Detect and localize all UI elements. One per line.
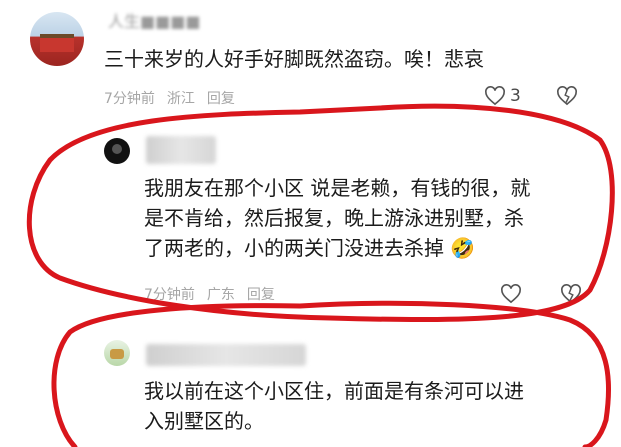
avatar[interactable] xyxy=(104,340,130,366)
like-button[interactable]: 3 xyxy=(484,86,521,106)
reply-button[interactable]: 回复 xyxy=(207,91,235,107)
comment-time: 7分钟前 xyxy=(144,287,195,303)
comment-location: 广东 xyxy=(206,287,235,303)
cartoon-icon xyxy=(110,349,124,359)
heart-outline-icon xyxy=(485,86,505,106)
rofl-emoji-icon: 🤣 xyxy=(450,236,476,260)
broken-heart-icon xyxy=(557,86,577,106)
reply-button[interactable]: 回复 xyxy=(247,287,275,303)
like-button[interactable] xyxy=(500,284,522,308)
comment-text-line: 我以前在这个小区住，前面是有条河可以进 xyxy=(144,379,524,403)
gate-building-icon xyxy=(40,34,74,52)
comment-text-line: 了两老的，小的两关门没进去杀掉 🤣 xyxy=(144,233,530,263)
dislike-button[interactable] xyxy=(560,284,582,308)
comment-username-redacted[interactable] xyxy=(146,136,216,164)
avatar[interactable] xyxy=(104,138,130,164)
heart-outline-icon xyxy=(501,284,521,304)
broken-heart-icon xyxy=(561,284,581,304)
comment-meta: 7分钟前 浙江 回复 xyxy=(104,88,247,108)
avatar[interactable] xyxy=(30,12,84,66)
comment-meta: 7分钟前 广东 回复 xyxy=(144,284,287,304)
comment-text: 三十来岁的人好手好脚既然盗窃。唉！悲哀 xyxy=(104,47,484,71)
dislike-button[interactable] xyxy=(556,86,578,110)
person-silhouette-icon xyxy=(112,144,122,154)
comment-text-fragment: 了两老的，小的两关门没进去杀掉 xyxy=(144,236,444,260)
comment-text: 我以前在这个小区住，前面是有条河可以进 入别墅区的。 xyxy=(144,376,524,436)
comment-text: 我朋友在那个小区 说是老赖，有钱的很，就 是不肯给，然后报复，晚上游泳进别墅，杀… xyxy=(144,173,530,263)
comment-time: 7分钟前 xyxy=(104,91,155,107)
comment-text-line: 是不肯给，然后报复，晚上游泳进别墅，杀 xyxy=(144,206,524,230)
comment-location: 浙江 xyxy=(166,91,195,107)
comment-username[interactable]: 人生■■■■ xyxy=(108,8,200,32)
comment-username-redacted[interactable] xyxy=(146,344,306,366)
like-count: 3 xyxy=(510,86,521,106)
comment-text-line: 入别墅区的。 xyxy=(144,409,264,433)
comment-text-line: 我朋友在那个小区 说是老赖，有钱的很，就 xyxy=(144,176,531,200)
